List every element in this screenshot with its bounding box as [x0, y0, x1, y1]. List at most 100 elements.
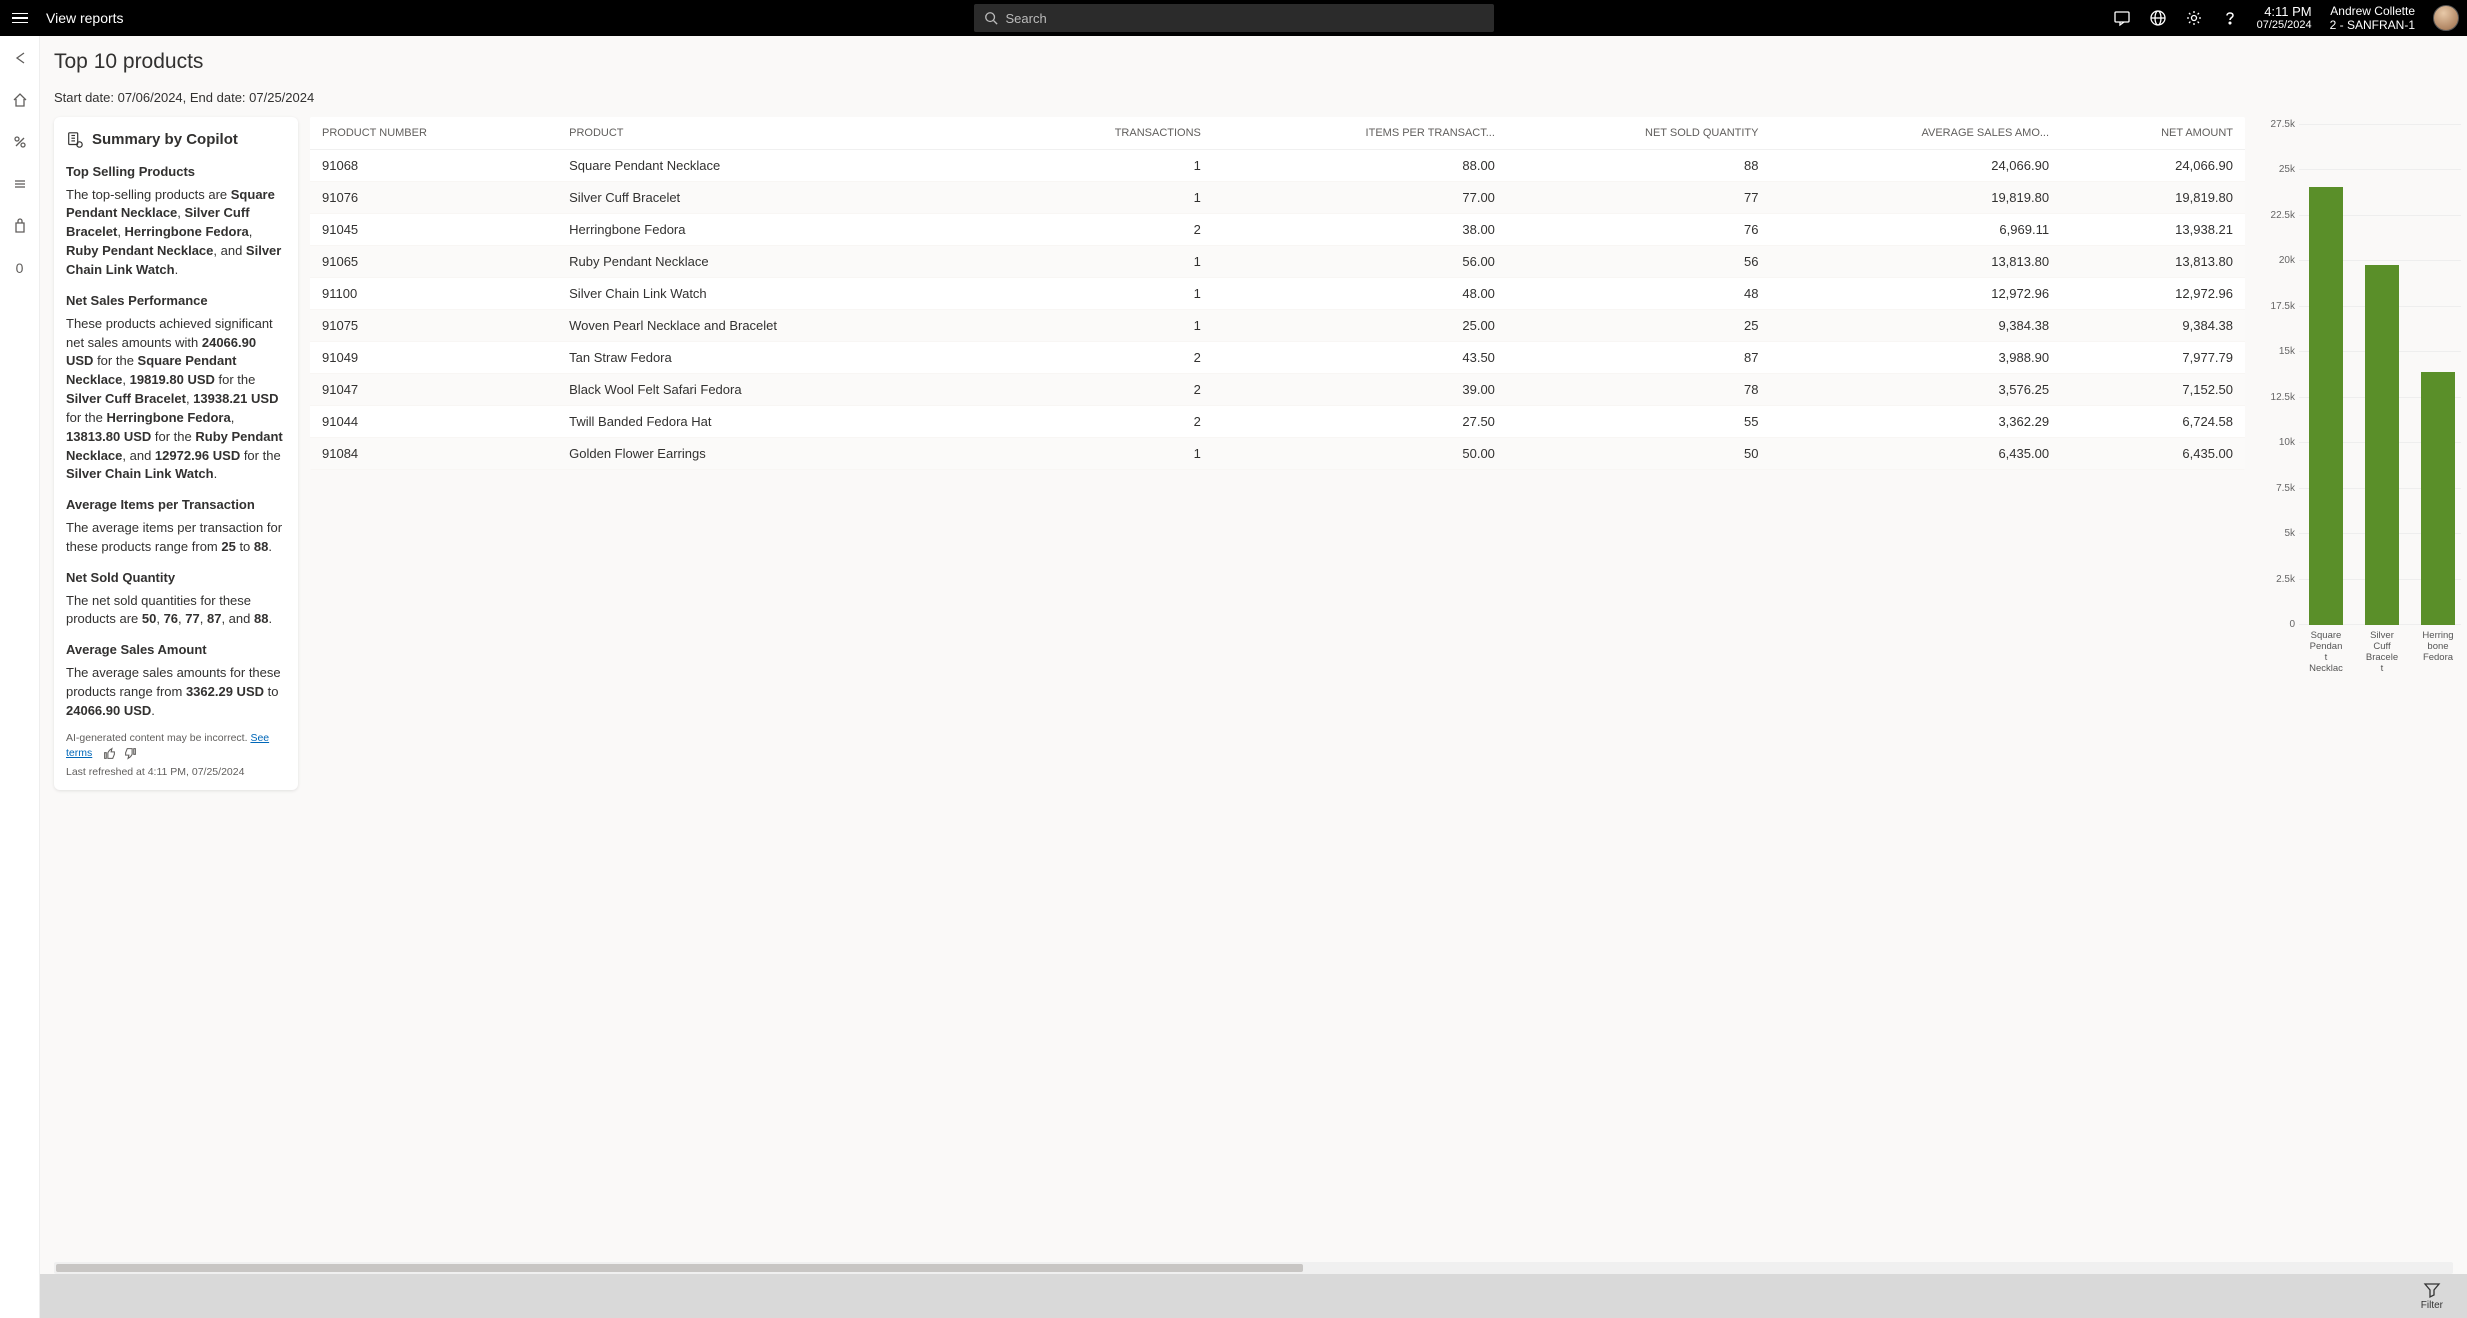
- col-items-per-transaction[interactable]: ITEMS PER TRANSACT...: [1213, 117, 1507, 150]
- copilot-icon: [66, 131, 84, 149]
- cell-product: Herringbone Fedora: [557, 214, 1002, 246]
- user-block[interactable]: Andrew Collette 2 - SANFRAN-1: [2330, 4, 2415, 33]
- chart-ytick-label: 12.5k: [2263, 392, 2295, 403]
- home-icon[interactable]: [10, 90, 30, 110]
- last-refreshed: Last refreshed at 4:11 PM, 07/25/2024: [66, 765, 286, 780]
- cell-net-amount: 13,938.21: [2061, 214, 2245, 246]
- section-net-sales-heading: Net Sales Performance: [66, 292, 286, 311]
- cell-items-per-transaction: 27.50: [1213, 406, 1507, 438]
- section-net-sold-body: The net sold quantities for these produc…: [66, 592, 286, 630]
- chart-ytick-label: 17.5k: [2263, 301, 2295, 312]
- avatar[interactable]: [2433, 5, 2459, 31]
- cell-average-sales-amount: 12,972.96: [1770, 278, 2061, 310]
- cell-transactions: 1: [1002, 438, 1213, 470]
- back-icon[interactable]: [10, 48, 30, 68]
- cell-product-number: 91068: [310, 150, 557, 182]
- cell-product: Golden Flower Earrings: [557, 438, 1002, 470]
- table-row[interactable]: 91049Tan Straw Fedora243.50873,988.907,9…: [310, 342, 2245, 374]
- cell-product: Tan Straw Fedora: [557, 342, 1002, 374]
- cell-items-per-transaction: 88.00: [1213, 150, 1507, 182]
- globe-icon[interactable]: [2149, 9, 2167, 27]
- table-row[interactable]: 91045Herringbone Fedora238.00766,969.111…: [310, 214, 2245, 246]
- cell-average-sales-amount: 3,988.90: [1770, 342, 2061, 374]
- chart-bar[interactable]: [2421, 372, 2455, 625]
- cell-average-sales-amount: 6,969.11: [1770, 214, 2061, 246]
- section-avg-sales-heading: Average Sales Amount: [66, 641, 286, 660]
- net-amount-chart: 02.5k5k7.5k10k12.5k15k17.5k20k22.5k25k27…: [2257, 117, 2467, 677]
- cell-net-amount: 6,724.58: [2061, 406, 2245, 438]
- chart-x-label: Herringbone Fedora: [2421, 631, 2455, 677]
- horizontal-scrollbar[interactable]: [54, 1262, 2453, 1274]
- date-range: Start date: 07/06/2024, End date: 07/25/…: [54, 90, 2453, 105]
- cell-net-sold-quantity: 25: [1507, 310, 1771, 342]
- page-header: Top 10 products Start date: 07/06/2024, …: [40, 36, 2467, 111]
- chart-bar[interactable]: [2309, 187, 2343, 625]
- cell-net-sold-quantity: 50: [1507, 438, 1771, 470]
- table-row[interactable]: 91076Silver Cuff Bracelet177.007719,819.…: [310, 182, 2245, 214]
- page-title: View reports: [46, 10, 124, 26]
- horizontal-scrollbar-thumb[interactable]: [56, 1264, 1303, 1272]
- badge-count[interactable]: 0: [10, 258, 30, 278]
- chat-icon[interactable]: [2113, 9, 2131, 27]
- table-row[interactable]: 91068Square Pendant Necklace188.008824,0…: [310, 150, 2245, 182]
- col-transactions[interactable]: TRANSACTIONS: [1002, 117, 1213, 150]
- thumbs-up-icon[interactable]: [103, 747, 116, 760]
- chart-ytick-label: 10k: [2263, 437, 2295, 448]
- copilot-title: Summary by Copilot: [92, 129, 238, 151]
- table-row[interactable]: 91047Black Wool Felt Safari Fedora239.00…: [310, 374, 2245, 406]
- list-icon[interactable]: [10, 174, 30, 194]
- percent-icon[interactable]: [10, 132, 30, 152]
- page: Top 10 products Start date: 07/06/2024, …: [40, 36, 2467, 1318]
- table-row[interactable]: 91100Silver Chain Link Watch148.004812,9…: [310, 278, 2245, 310]
- gear-icon[interactable]: [2185, 9, 2203, 27]
- cell-product: Silver Chain Link Watch: [557, 278, 1002, 310]
- cell-product-number: 91065: [310, 246, 557, 278]
- thumbs-down-icon[interactable]: [124, 747, 137, 760]
- cell-items-per-transaction: 77.00: [1213, 182, 1507, 214]
- table-row[interactable]: 91075Woven Pearl Necklace and Bracelet12…: [310, 310, 2245, 342]
- products-table: PRODUCT NUMBER PRODUCT TRANSACTIONS ITEM…: [310, 117, 2245, 470]
- chart-bar[interactable]: [2365, 265, 2399, 625]
- current-time: 4:11 PM: [2257, 4, 2312, 20]
- chart-ytick-label: 15k: [2263, 346, 2295, 357]
- table-row[interactable]: 91044Twill Banded Fedora Hat227.50553,36…: [310, 406, 2245, 438]
- cell-product-number: 91100: [310, 278, 557, 310]
- chart-x-label: Silver Cuff Bracelet: [2365, 631, 2399, 677]
- cell-transactions: 2: [1002, 214, 1213, 246]
- footer-bar: Filter: [40, 1274, 2467, 1318]
- table-row[interactable]: 91065Ruby Pendant Necklace156.005613,813…: [310, 246, 2245, 278]
- cell-net-amount: 13,813.80: [2061, 246, 2245, 278]
- section-avg-sales-body: The average sales amounts for these prod…: [66, 664, 286, 721]
- chart-ytick-label: 5k: [2263, 528, 2295, 539]
- copilot-summary-card: Summary by Copilot Top Selling Products …: [54, 117, 298, 790]
- table-row[interactable]: 91084Golden Flower Earrings150.00506,435…: [310, 438, 2245, 470]
- current-date: 07/25/2024: [2257, 19, 2312, 32]
- topbar-right: 4:11 PM 07/25/2024 Andrew Collette 2 - S…: [2113, 4, 2459, 33]
- filter-button[interactable]: Filter: [2421, 1281, 2443, 1311]
- col-net-amount[interactable]: NET AMOUNT: [2061, 117, 2245, 150]
- table-header-row: PRODUCT NUMBER PRODUCT TRANSACTIONS ITEM…: [310, 117, 2245, 150]
- cell-transactions: 1: [1002, 310, 1213, 342]
- chart-ytick-label: 25k: [2263, 164, 2295, 175]
- section-avg-items-body: The average items per transaction for th…: [66, 519, 286, 557]
- col-product[interactable]: PRODUCT: [557, 117, 1002, 150]
- help-icon[interactable]: [2221, 9, 2239, 27]
- user-sub: 2 - SANFRAN-1: [2330, 18, 2415, 32]
- topbar: View reports Search 4:11 PM 07/25/2024 A…: [0, 0, 2467, 36]
- cell-net-amount: 24,066.90: [2061, 150, 2245, 182]
- cell-net-sold-quantity: 77: [1507, 182, 1771, 214]
- col-average-sales-amount[interactable]: AVERAGE SALES AMO...: [1770, 117, 2061, 150]
- cell-transactions: 1: [1002, 182, 1213, 214]
- search-placeholder: Search: [1006, 11, 1047, 26]
- cell-average-sales-amount: 9,384.38: [1770, 310, 2061, 342]
- cell-items-per-transaction: 38.00: [1213, 214, 1507, 246]
- search-input[interactable]: Search: [974, 4, 1494, 32]
- cell-product-number: 91044: [310, 406, 557, 438]
- col-net-sold-quantity[interactable]: NET SOLD QUANTITY: [1507, 117, 1771, 150]
- user-name: Andrew Collette: [2330, 4, 2415, 18]
- bag-icon[interactable]: [10, 216, 30, 236]
- cell-product: Twill Banded Fedora Hat: [557, 406, 1002, 438]
- col-product-number[interactable]: PRODUCT NUMBER: [310, 117, 557, 150]
- hamburger-menu-button[interactable]: [8, 6, 32, 30]
- cell-product: Ruby Pendant Necklace: [557, 246, 1002, 278]
